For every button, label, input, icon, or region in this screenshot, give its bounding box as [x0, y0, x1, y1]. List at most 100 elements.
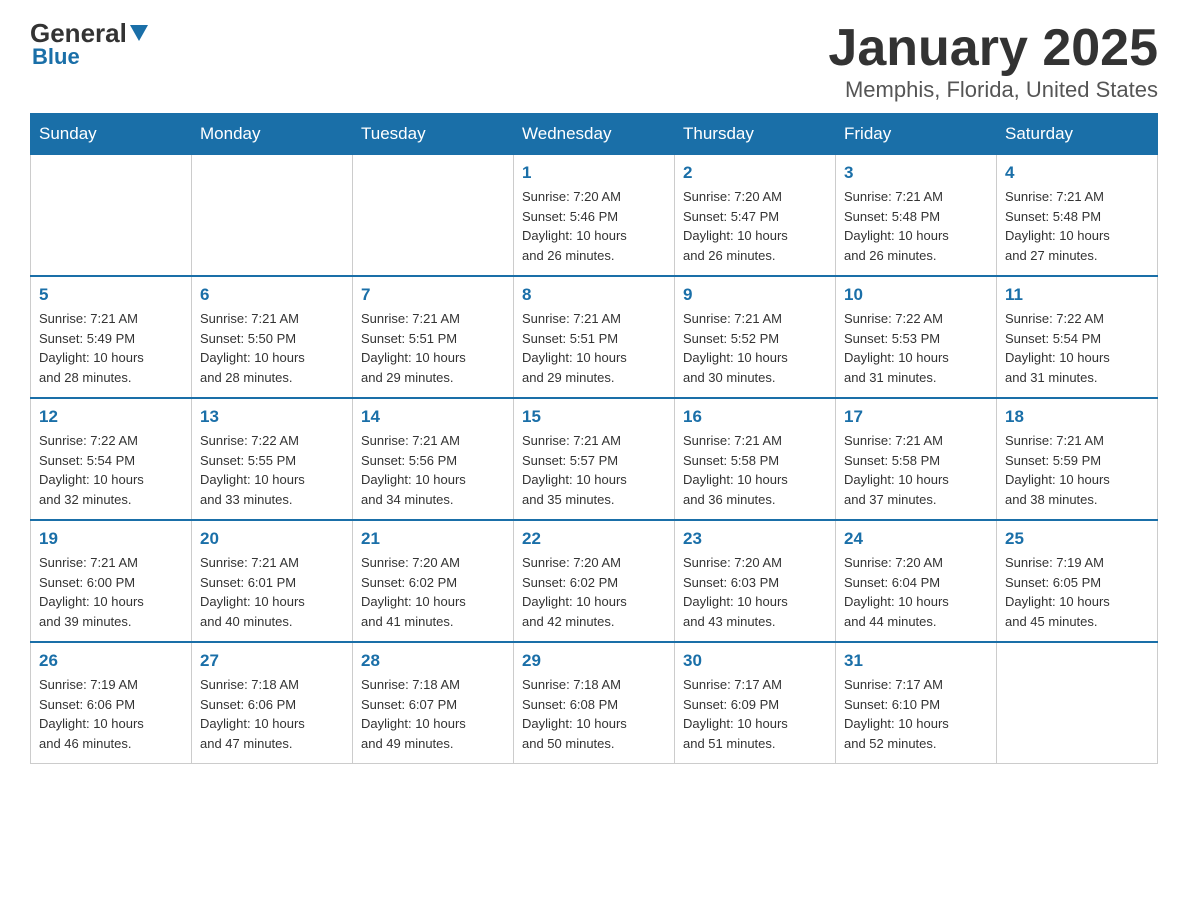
calendar-day-cell: 3 Sunrise: 7:21 AMSunset: 5:48 PMDaylight…: [836, 155, 997, 277]
calendar-subtitle: Memphis, Florida, United States: [828, 77, 1158, 103]
day-info: Sunrise: 7:21 AMSunset: 5:50 PMDaylight:…: [200, 309, 344, 387]
calendar-day-cell: 20Sunrise: 7:21 AMSunset: 6:01 PMDayligh…: [192, 520, 353, 642]
day-number: 29: [522, 651, 666, 671]
day-info: Sunrise: 7:21 AMSunset: 5:57 PMDaylight:…: [522, 431, 666, 509]
calendar-day-cell: 10Sunrise: 7:22 AMSunset: 5:53 PMDayligh…: [836, 276, 997, 398]
day-number: 3: [844, 163, 988, 183]
day-number: 26: [39, 651, 183, 671]
calendar-day-cell: 11Sunrise: 7:22 AMSunset: 5:54 PMDayligh…: [997, 276, 1158, 398]
calendar-day-cell: 28Sunrise: 7:18 AMSunset: 6:07 PMDayligh…: [353, 642, 514, 764]
calendar-day-header: Tuesday: [353, 114, 514, 155]
day-number: 2: [683, 163, 827, 183]
calendar-day-header: Sunday: [31, 114, 192, 155]
calendar-day-cell: 4 Sunrise: 7:21 AMSunset: 5:48 PMDaylight…: [997, 155, 1158, 277]
day-info: Sunrise: 7:20 AMSunset: 6:02 PMDaylight:…: [522, 553, 666, 631]
calendar-body: 1 Sunrise: 7:20 AMSunset: 5:46 PMDaylight…: [31, 155, 1158, 764]
day-number: 1: [522, 163, 666, 183]
calendar-day-cell: 15 Sunrise: 7:21 AMSunset: 5:57 PMDayligh…: [514, 398, 675, 520]
day-info: Sunrise: 7:22 AMSunset: 5:55 PMDaylight:…: [200, 431, 344, 509]
day-number: 7: [361, 285, 505, 305]
logo: General Blue: [30, 20, 148, 70]
day-info: Sunrise: 7:20 AMSunset: 6:04 PMDaylight:…: [844, 553, 988, 631]
day-info: Sunrise: 7:18 AMSunset: 6:08 PMDaylight:…: [522, 675, 666, 753]
day-info: Sunrise: 7:21 AMSunset: 5:56 PMDaylight:…: [361, 431, 505, 509]
day-info: Sunrise: 7:21 AMSunset: 5:51 PMDaylight:…: [361, 309, 505, 387]
day-number: 4: [1005, 163, 1149, 183]
day-info: Sunrise: 7:20 AMSunset: 5:47 PMDaylight:…: [683, 187, 827, 265]
calendar-day-cell: 29 Sunrise: 7:18 AMSunset: 6:08 PMDayligh…: [514, 642, 675, 764]
logo-general: General: [30, 20, 148, 46]
calendar-day-cell: 26 Sunrise: 7:19 AMSunset: 6:06 PMDayligh…: [31, 642, 192, 764]
calendar-day-cell: 7 Sunrise: 7:21 AMSunset: 5:51 PMDaylight…: [353, 276, 514, 398]
day-number: 19: [39, 529, 183, 549]
calendar-day-cell: 2 Sunrise: 7:20 AMSunset: 5:47 PMDaylight…: [675, 155, 836, 277]
day-info: Sunrise: 7:17 AMSunset: 6:10 PMDaylight:…: [844, 675, 988, 753]
day-info: Sunrise: 7:22 AMSunset: 5:54 PMDaylight:…: [39, 431, 183, 509]
day-number: 21: [361, 529, 505, 549]
calendar-day-header: Saturday: [997, 114, 1158, 155]
day-number: 31: [844, 651, 988, 671]
day-info: Sunrise: 7:21 AMSunset: 5:48 PMDaylight:…: [844, 187, 988, 265]
day-info: Sunrise: 7:20 AMSunset: 6:03 PMDaylight:…: [683, 553, 827, 631]
day-number: 12: [39, 407, 183, 427]
day-number: 9: [683, 285, 827, 305]
day-number: 5: [39, 285, 183, 305]
day-number: 14: [361, 407, 505, 427]
calendar-day-cell: 27 Sunrise: 7:18 AMSunset: 6:06 PMDayligh…: [192, 642, 353, 764]
calendar-table: SundayMondayTuesdayWednesdayThursdayFrid…: [30, 113, 1158, 764]
day-number: 30: [683, 651, 827, 671]
day-info: Sunrise: 7:21 AMSunset: 5:48 PMDaylight:…: [1005, 187, 1149, 265]
day-number: 13: [200, 407, 344, 427]
day-info: Sunrise: 7:21 AMSunset: 6:00 PMDaylight:…: [39, 553, 183, 631]
calendar-day-header: Wednesday: [514, 114, 675, 155]
day-info: Sunrise: 7:21 AMSunset: 5:59 PMDaylight:…: [1005, 431, 1149, 509]
day-number: 15: [522, 407, 666, 427]
calendar-day-cell: 24 Sunrise: 7:20 AMSunset: 6:04 PMDayligh…: [836, 520, 997, 642]
day-number: 11: [1005, 285, 1149, 305]
day-number: 23: [683, 529, 827, 549]
day-info: Sunrise: 7:21 AMSunset: 5:58 PMDaylight:…: [844, 431, 988, 509]
logo-blue: Blue: [30, 44, 80, 70]
calendar-day-cell: [353, 155, 514, 277]
calendar-day-cell: 6Sunrise: 7:21 AMSunset: 5:50 PMDaylight…: [192, 276, 353, 398]
day-info: Sunrise: 7:19 AMSunset: 6:06 PMDaylight:…: [39, 675, 183, 753]
calendar-day-cell: 13 Sunrise: 7:22 AMSunset: 5:55 PMDayligh…: [192, 398, 353, 520]
calendar-week-row: 1 Sunrise: 7:20 AMSunset: 5:46 PMDaylight…: [31, 155, 1158, 277]
calendar-day-cell: 17 Sunrise: 7:21 AMSunset: 5:58 PMDayligh…: [836, 398, 997, 520]
calendar-day-header: Thursday: [675, 114, 836, 155]
day-number: 17: [844, 407, 988, 427]
calendar-day-cell: 16Sunrise: 7:21 AMSunset: 5:58 PMDayligh…: [675, 398, 836, 520]
day-info: Sunrise: 7:20 AMSunset: 5:46 PMDaylight:…: [522, 187, 666, 265]
calendar-day-cell: 22 Sunrise: 7:20 AMSunset: 6:02 PMDayligh…: [514, 520, 675, 642]
calendar-day-cell: 21 Sunrise: 7:20 AMSunset: 6:02 PMDayligh…: [353, 520, 514, 642]
day-number: 24: [844, 529, 988, 549]
calendar-week-row: 5Sunrise: 7:21 AMSunset: 5:49 PMDaylight…: [31, 276, 1158, 398]
title-section: January 2025 Memphis, Florida, United St…: [828, 20, 1158, 103]
calendar-day-cell: 18 Sunrise: 7:21 AMSunset: 5:59 PMDayligh…: [997, 398, 1158, 520]
day-number: 27: [200, 651, 344, 671]
calendar-day-cell: [31, 155, 192, 277]
day-info: Sunrise: 7:19 AMSunset: 6:05 PMDaylight:…: [1005, 553, 1149, 631]
day-number: 28: [361, 651, 505, 671]
calendar-day-cell: 8Sunrise: 7:21 AMSunset: 5:51 PMDaylight…: [514, 276, 675, 398]
calendar-week-row: 12 Sunrise: 7:22 AMSunset: 5:54 PMDayligh…: [31, 398, 1158, 520]
day-number: 8: [522, 285, 666, 305]
calendar-day-cell: 14 Sunrise: 7:21 AMSunset: 5:56 PMDayligh…: [353, 398, 514, 520]
calendar-day-cell: [192, 155, 353, 277]
day-number: 10: [844, 285, 988, 305]
page-header: General Blue January 2025 Memphis, Flori…: [30, 20, 1158, 103]
day-number: 18: [1005, 407, 1149, 427]
day-info: Sunrise: 7:21 AMSunset: 5:58 PMDaylight:…: [683, 431, 827, 509]
calendar-day-cell: 9 Sunrise: 7:21 AMSunset: 5:52 PMDaylight…: [675, 276, 836, 398]
day-number: 22: [522, 529, 666, 549]
calendar-header-row: SundayMondayTuesdayWednesdayThursdayFrid…: [31, 114, 1158, 155]
calendar-title: January 2025: [828, 20, 1158, 77]
calendar-day-header: Monday: [192, 114, 353, 155]
calendar-day-cell: 12 Sunrise: 7:22 AMSunset: 5:54 PMDayligh…: [31, 398, 192, 520]
day-info: Sunrise: 7:18 AMSunset: 6:06 PMDaylight:…: [200, 675, 344, 753]
calendar-day-cell: 1 Sunrise: 7:20 AMSunset: 5:46 PMDaylight…: [514, 155, 675, 277]
calendar-day-cell: 19 Sunrise: 7:21 AMSunset: 6:00 PMDayligh…: [31, 520, 192, 642]
calendar-day-cell: 30Sunrise: 7:17 AMSunset: 6:09 PMDayligh…: [675, 642, 836, 764]
day-info: Sunrise: 7:21 AMSunset: 5:52 PMDaylight:…: [683, 309, 827, 387]
day-info: Sunrise: 7:20 AMSunset: 6:02 PMDaylight:…: [361, 553, 505, 631]
